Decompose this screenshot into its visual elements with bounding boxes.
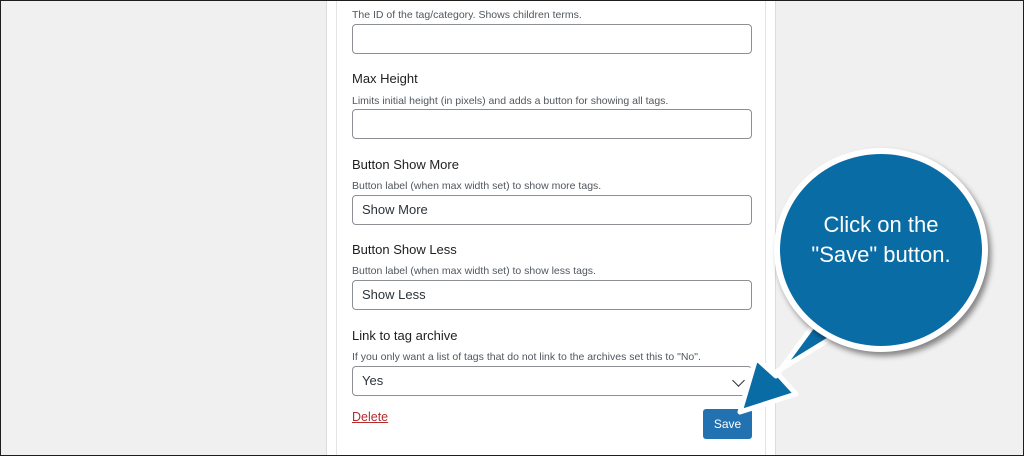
callout-bubble: Click on the "Save" button.	[774, 148, 988, 352]
callout-line-2: "Save" button.	[811, 242, 951, 267]
callout-line-1: Click on the	[823, 212, 939, 237]
callout-text: Click on the "Save" button.	[780, 210, 982, 270]
